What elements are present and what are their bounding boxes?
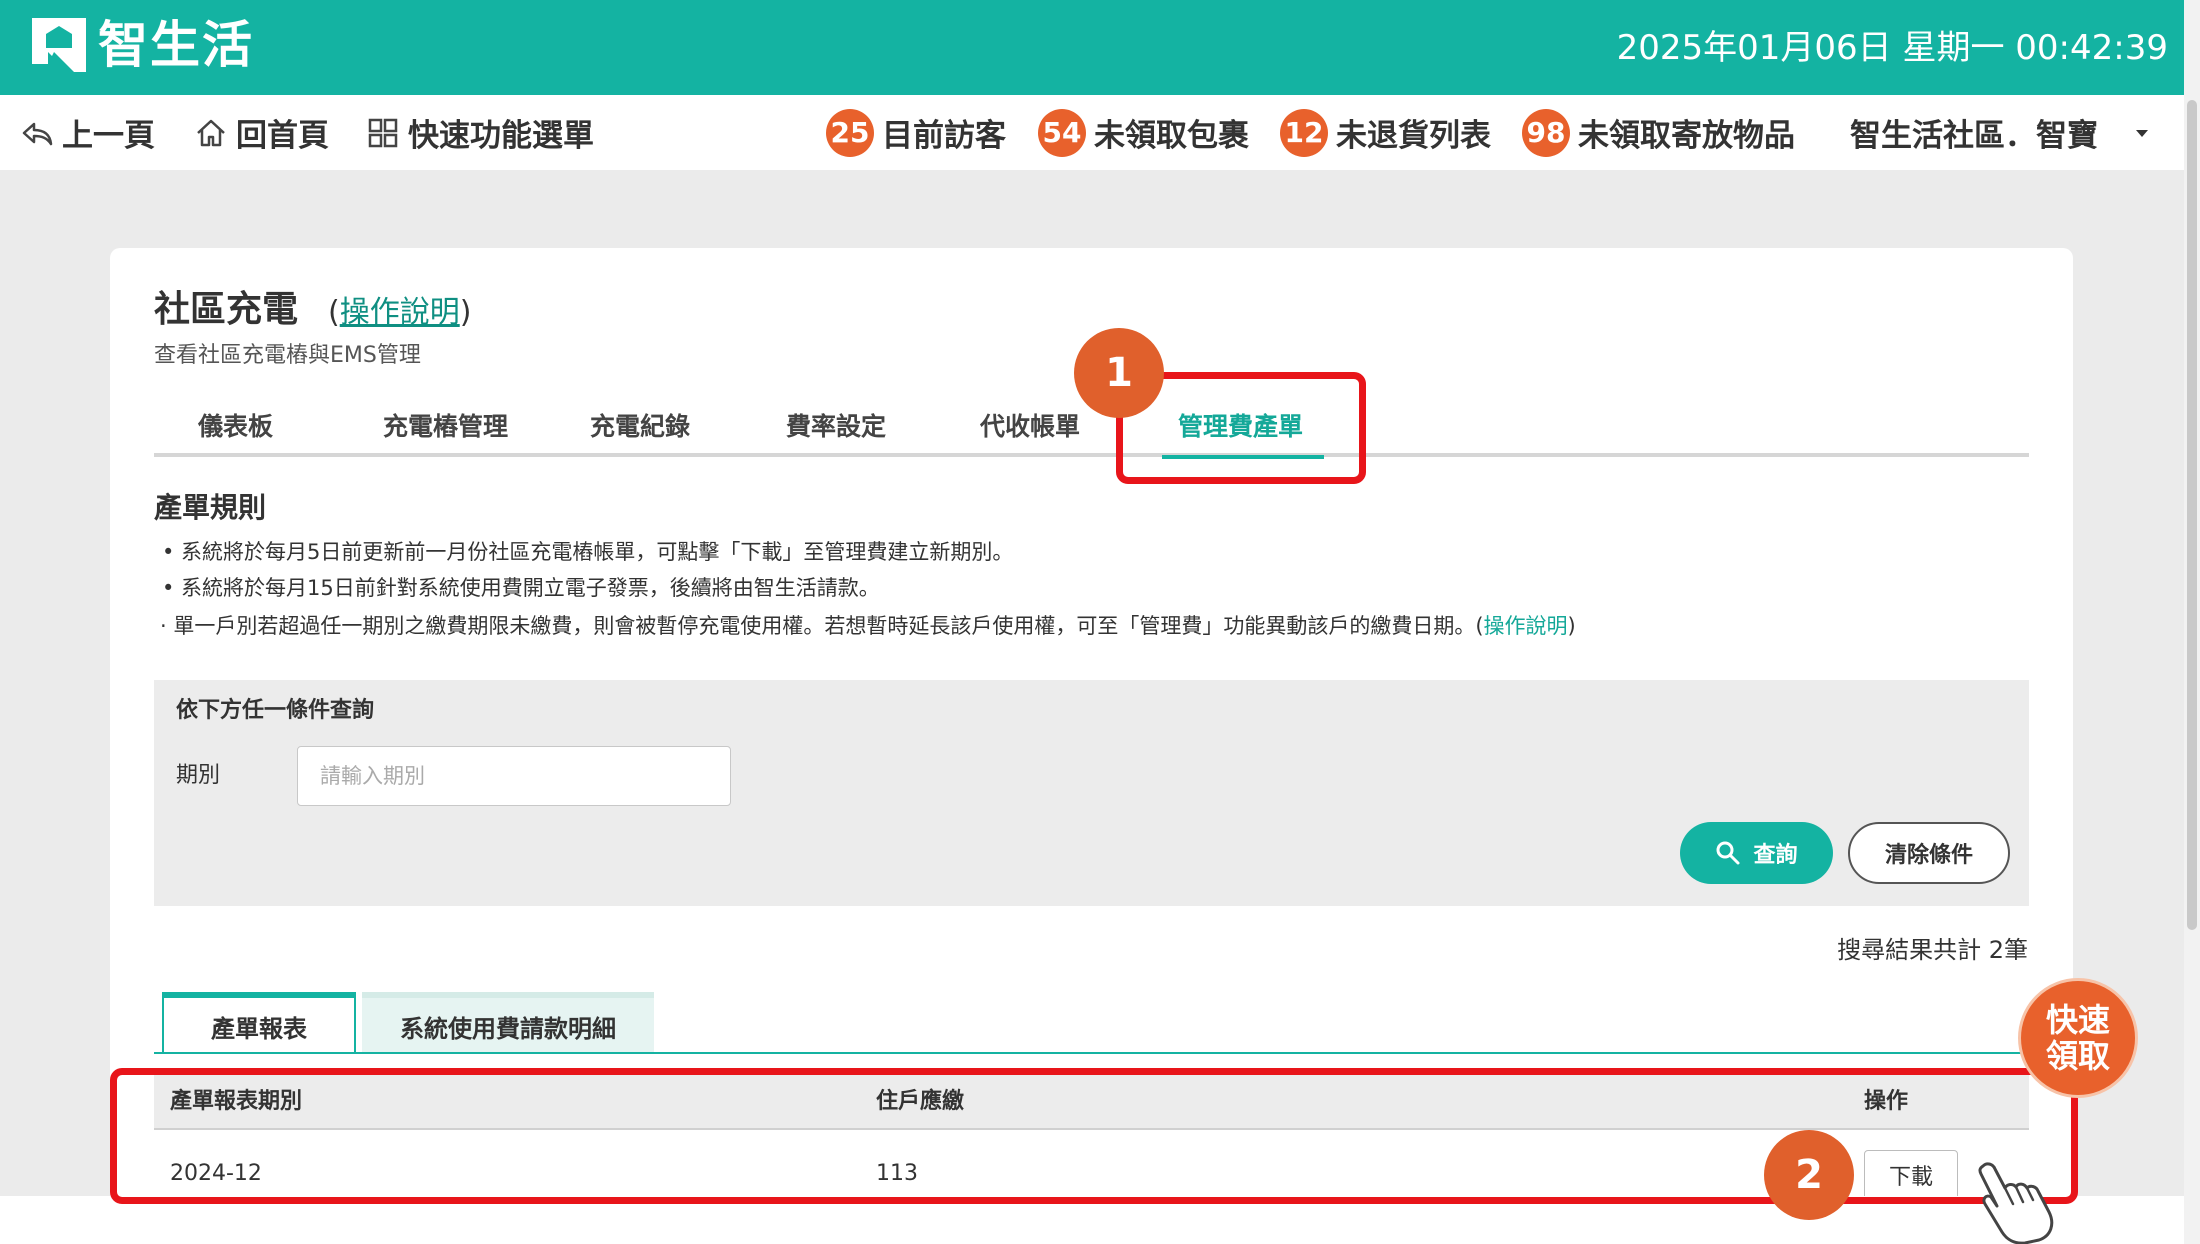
chevron-down-icon[interactable] (2136, 130, 2148, 137)
step-marker-1: 1 (1074, 328, 1164, 418)
quick-menu-label: 快速功能選單 (408, 118, 594, 154)
home-link[interactable]: 回首頁 (194, 95, 329, 170)
tab-dashboard[interactable]: 儀表板 (198, 405, 273, 457)
nav-bar: 上一頁 回首頁 快速功能選單 25 目前訪客 54 未領取包裹 12 未退貨列表… (0, 95, 2184, 170)
count-badge: 98 (1522, 108, 1570, 157)
page-title: 社區充電 (154, 289, 299, 330)
search-icon (1716, 841, 1740, 865)
pointing-hand-icon (1978, 1162, 2054, 1244)
visitors-link[interactable]: 25 目前訪客 (826, 95, 1006, 170)
page-subtitle: 查看社區充電樁與EMS管理 (154, 343, 421, 368)
quick-pickup-button[interactable]: 快速領取 (2018, 978, 2138, 1098)
help-link[interactable]: 操作說明 (340, 295, 460, 330)
step-marker-2: 2 (1764, 1130, 1854, 1220)
unclaimed-deposits-link[interactable]: 98 未領取寄放物品 (1522, 95, 1795, 170)
tab-rate-settings[interactable]: 費率設定 (786, 405, 886, 457)
back-arrow-icon (22, 122, 53, 145)
search-button-label: 查詢 (1753, 843, 1798, 868)
unreturned-list-link[interactable]: 12 未退貨列表 (1280, 95, 1491, 170)
search-button[interactable]: 查詢 (1680, 822, 1833, 884)
scrollbar-thumb[interactable] (2187, 100, 2197, 930)
back-label: 上一頁 (62, 118, 155, 154)
home-label: 回首頁 (236, 118, 329, 154)
subtab-divider (154, 1052, 2029, 1054)
period-label: 期別 (176, 763, 221, 788)
brand-name: 智生活 (98, 16, 254, 74)
help-link-wrapper: (操作說明) (328, 292, 471, 334)
home-icon (197, 119, 225, 146)
subtab-system-fee-details[interactable]: 系統使用費請款明細 (362, 992, 654, 1054)
grid-icon (368, 118, 398, 147)
community-selector[interactable]: 智生活社區．智寶 (1850, 95, 2098, 170)
tab-charging-records[interactable]: 充電紀錄 (590, 405, 690, 457)
rule-text: · 單一戶別若超過任一期別之繳費期限未繳費，則會被暫停充電使用權。若想暫時延長該… (160, 614, 1484, 638)
count-badge: 25 (826, 108, 874, 157)
rule-item: • 系統將於每月15日前針對系統使用費開立電子發票，後續將由智生活請款。 (162, 576, 880, 600)
clear-conditions-button[interactable]: 清除條件 (1848, 822, 2010, 884)
rules-title: 產單規則 (154, 491, 267, 524)
rule-close-paren: ) (1567, 614, 1576, 638)
counter-label: 未領取寄放物品 (1578, 118, 1795, 154)
unclaimed-parcels-link[interactable]: 54 未領取包裹 (1038, 95, 1249, 170)
rule-help-link[interactable]: 操作說明 (1484, 614, 1568, 638)
datetime-display: 2025年01月06日 星期一 00:42:39 (1616, 28, 2168, 68)
tab-collection-bills[interactable]: 代收帳單 (980, 405, 1080, 457)
count-badge: 12 (1280, 108, 1328, 157)
query-title: 依下方任一條件查詢 (176, 698, 375, 723)
tab-charger-management[interactable]: 充電樁管理 (383, 405, 508, 457)
back-link[interactable]: 上一頁 (20, 95, 155, 170)
rule-item: · 單一戶別若超過任一期別之繳費期限未繳費，則會被暫停充電使用權。若想暫時延長該… (160, 610, 1576, 642)
counter-label: 未退貨列表 (1336, 118, 1491, 154)
help-open-paren: ( (328, 295, 340, 330)
zhishenghuo-logo-icon[interactable] (28, 14, 90, 76)
period-input[interactable] (297, 746, 731, 806)
help-close-paren: ) (459, 295, 472, 330)
counter-label: 未領取包裹 (1094, 118, 1249, 154)
count-badge: 54 (1038, 108, 1086, 157)
counter-label: 目前訪客 (882, 118, 1006, 154)
quick-menu-link[interactable]: 快速功能選單 (366, 95, 594, 170)
top-bar: 智生活 2025年01月06日 星期一 00:42:39 (0, 0, 2184, 95)
result-count: 搜尋結果共計 2筆 (1837, 936, 2028, 964)
subtab-billing-report[interactable]: 產單報表 (162, 992, 356, 1054)
rule-item: • 系統將於每月5日前更新前一月份社區充電樁帳單，可點擊「下載」至管理費建立新期… (162, 540, 1014, 564)
